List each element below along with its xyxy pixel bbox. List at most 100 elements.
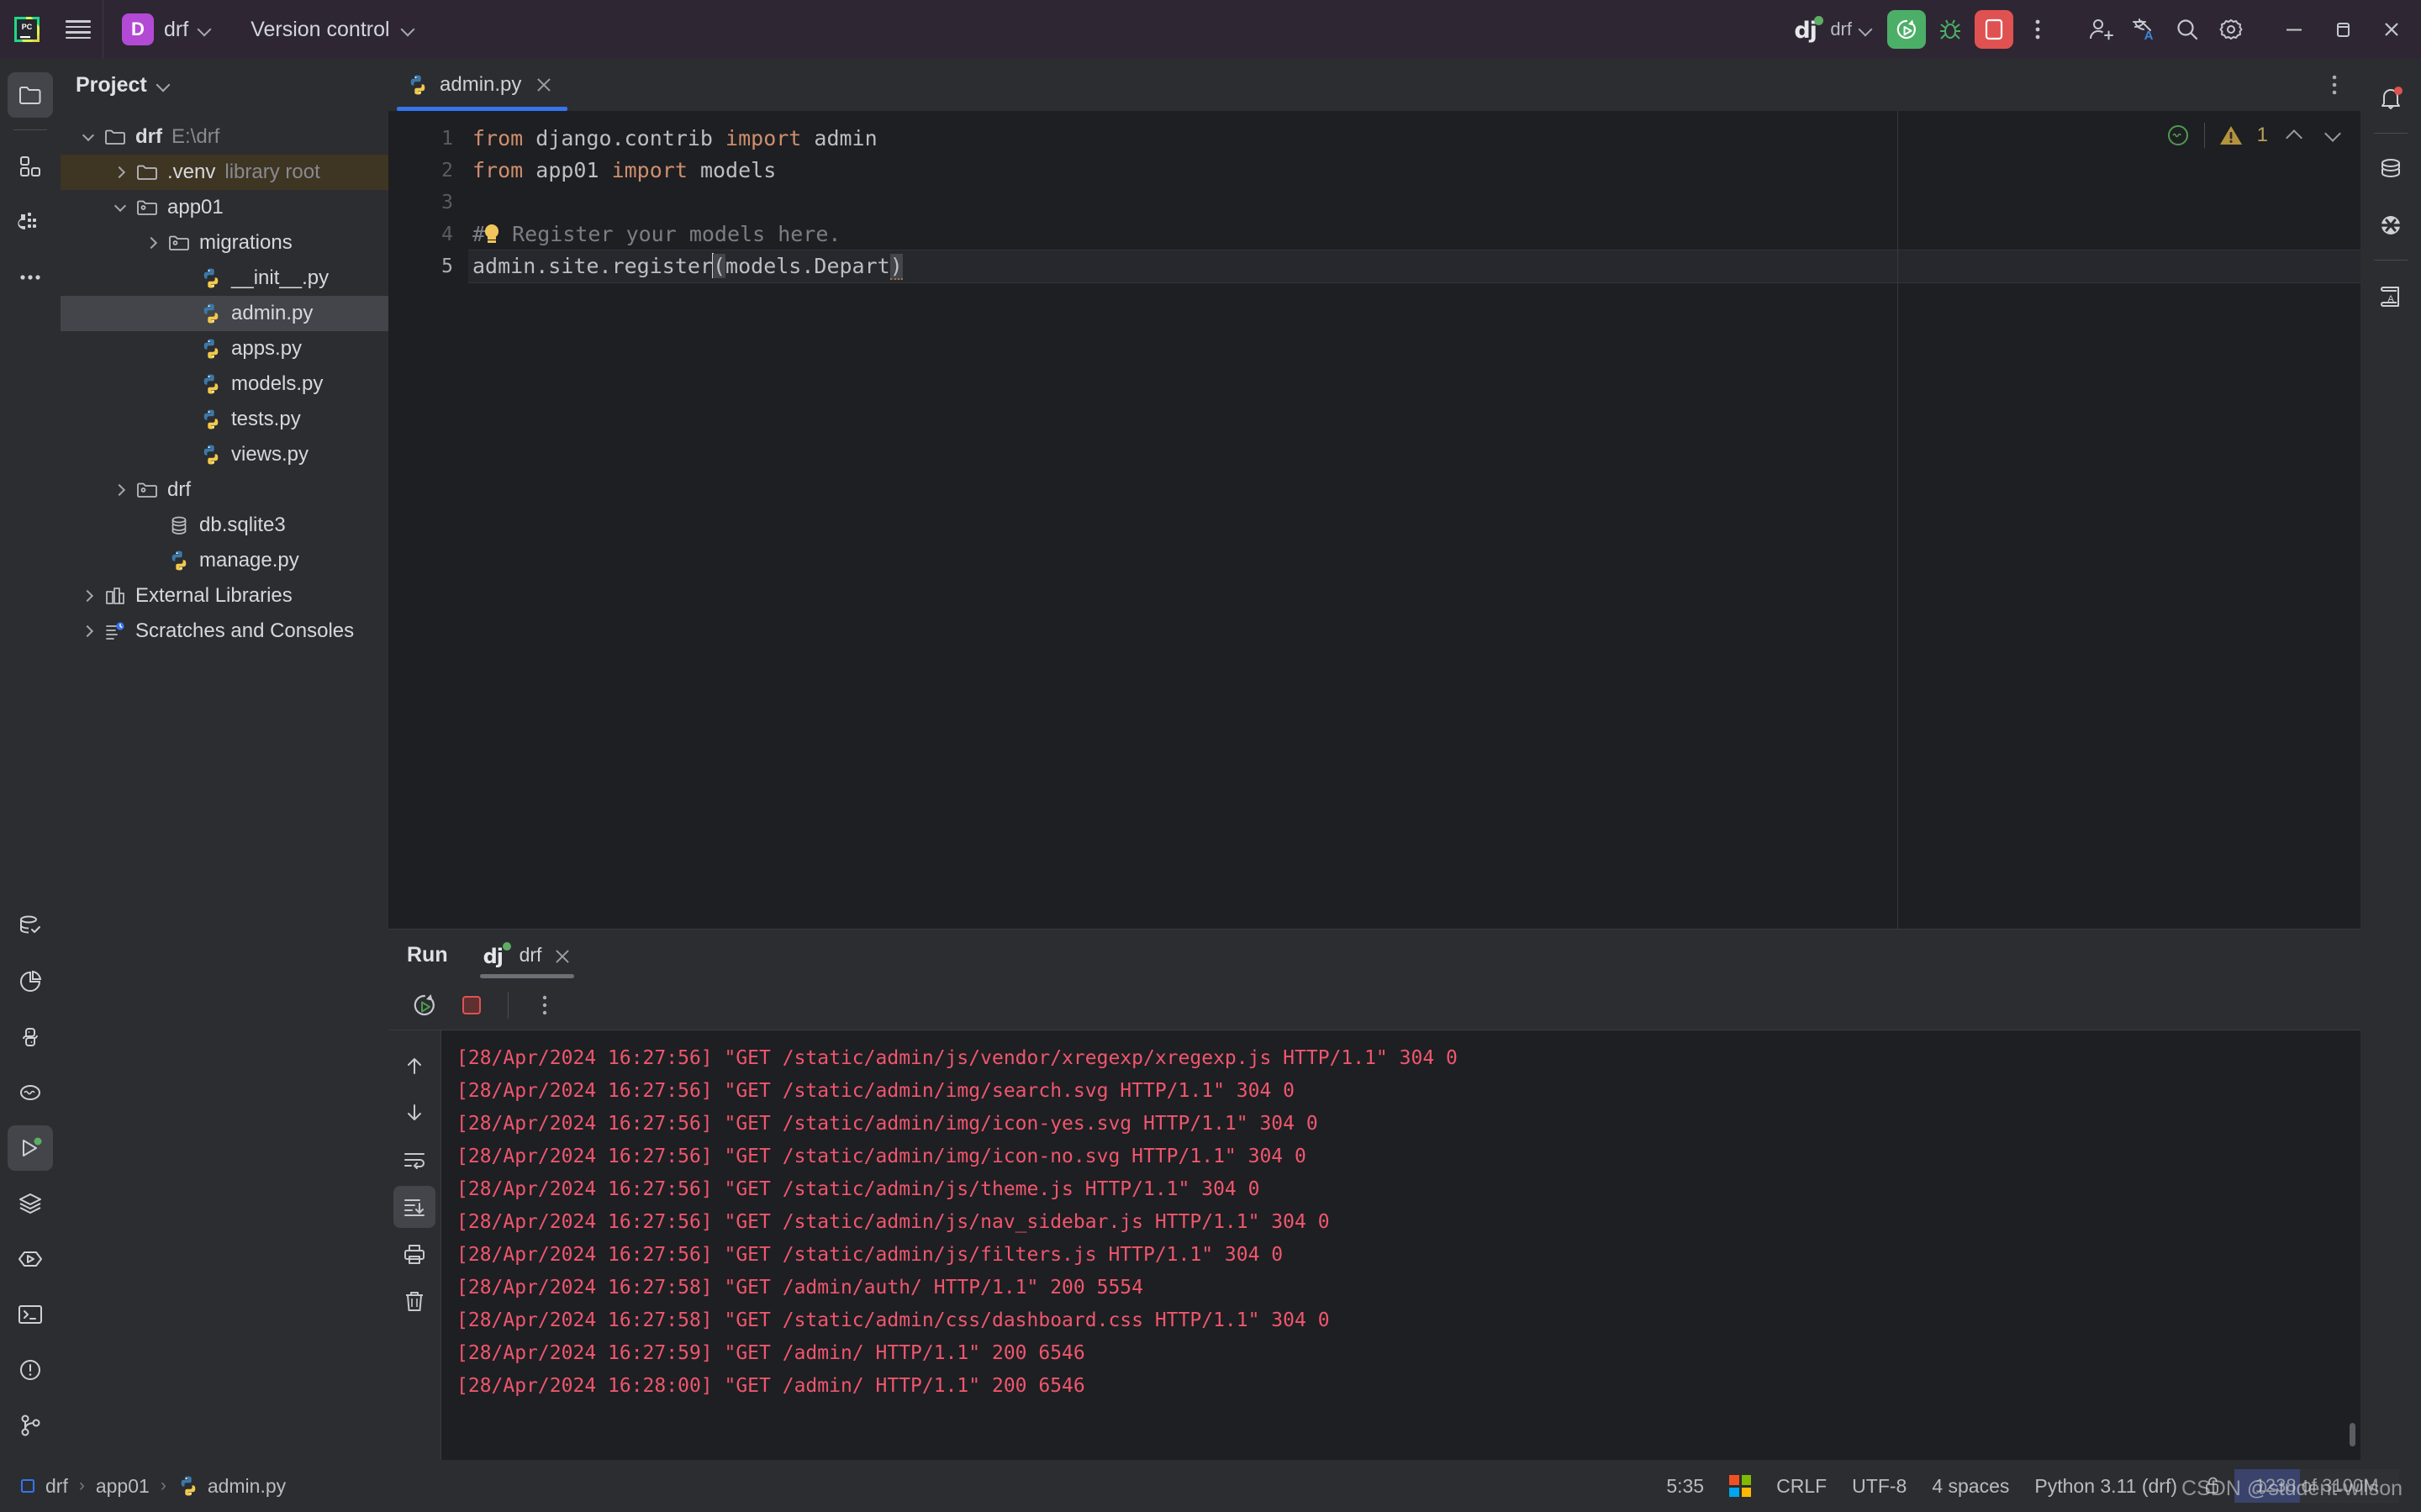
tree-item-external-libraries[interactable]: External Libraries bbox=[61, 578, 388, 614]
console-scrollbar[interactable] bbox=[2350, 1423, 2355, 1446]
lock-icon[interactable] bbox=[2202, 1475, 2224, 1497]
printer-icon[interactable] bbox=[393, 1233, 435, 1275]
run-tab-drf[interactable]: dj drf bbox=[479, 930, 578, 980]
breadcrumb-item-admin-py[interactable]: admin.py bbox=[177, 1475, 286, 1498]
close-icon[interactable] bbox=[2367, 0, 2416, 59]
line-separator[interactable]: CRLF bbox=[1776, 1475, 1827, 1498]
project-panel-header[interactable]: Project bbox=[61, 59, 388, 111]
scroll-to-end-button[interactable] bbox=[393, 1186, 435, 1228]
sidebar-item-more-tools[interactable] bbox=[8, 255, 53, 300]
sidebar-item-python-console[interactable] bbox=[8, 1236, 53, 1282]
chevron-right-icon[interactable] bbox=[76, 619, 101, 644]
tree-item-views-py[interactable]: views.py bbox=[61, 437, 388, 472]
main-menu-button[interactable] bbox=[54, 17, 103, 42]
soft-wrap-button[interactable] bbox=[393, 1139, 435, 1181]
tree-item-scratches-and-consoles[interactable]: Scratches and Consoles bbox=[61, 614, 388, 649]
sidebar-item-services[interactable] bbox=[8, 1181, 53, 1226]
code-line[interactable]: from django.contrib import admin bbox=[468, 123, 2360, 155]
stop-button[interactable] bbox=[1975, 10, 2013, 49]
code-line[interactable]: # Register your models here. bbox=[468, 219, 2360, 250]
indent-setting[interactable]: 4 spaces bbox=[1932, 1475, 2009, 1498]
chevron-right-icon[interactable] bbox=[76, 583, 101, 608]
sidebar-item-database-check[interactable] bbox=[8, 904, 53, 949]
chevron-down-icon[interactable] bbox=[2320, 123, 2345, 148]
run-tab-label: drf bbox=[519, 943, 542, 966]
project-tree[interactable]: drf E:\drf .venv library root app01 migration… bbox=[61, 111, 388, 1460]
sidebar-item-learn[interactable]: A bbox=[2368, 274, 2413, 319]
tree-item-app01[interactable]: app01 bbox=[61, 190, 388, 225]
tab-admin-py[interactable]: admin.py bbox=[388, 59, 571, 111]
tree-item-manage-py[interactable]: manage.py bbox=[61, 543, 388, 578]
debug-button[interactable] bbox=[1928, 8, 1972, 51]
scroll-up-button[interactable] bbox=[393, 1045, 435, 1087]
sidebar-item-version-control[interactable] bbox=[8, 1403, 53, 1448]
sidebar-item-inspections[interactable] bbox=[8, 1070, 53, 1115]
breadcrumb-item-drf[interactable]: drf bbox=[18, 1475, 68, 1498]
sidebar-item-python-packages[interactable] bbox=[8, 1014, 53, 1060]
chevron-right-icon[interactable] bbox=[108, 160, 133, 185]
tree-item-models-py[interactable]: models.py bbox=[61, 366, 388, 402]
project-selector[interactable]: D drf bbox=[103, 10, 224, 49]
code-line[interactable]: admin.site.register(models.Depart) bbox=[468, 250, 2360, 282]
breadcrumb[interactable]: drf › app01 › admin.py bbox=[18, 1475, 286, 1498]
chevron-up-icon[interactable] bbox=[2281, 123, 2307, 148]
sidebar-item-terminal[interactable] bbox=[8, 1292, 53, 1337]
minimize-icon[interactable] bbox=[2270, 0, 2318, 59]
caret-position[interactable]: 5:35 bbox=[1666, 1475, 1704, 1498]
sidebar-item-problems[interactable] bbox=[8, 1347, 53, 1393]
search-icon[interactable] bbox=[2165, 8, 2209, 51]
tree-item--venv[interactable]: .venv library root bbox=[61, 155, 388, 190]
scroll-down-button[interactable] bbox=[393, 1092, 435, 1134]
chevron-down-icon[interactable] bbox=[108, 195, 133, 220]
sidebar-item-profiler[interactable] bbox=[8, 959, 53, 1004]
translate-icon[interactable]: A bbox=[2122, 8, 2165, 51]
add-user-icon[interactable] bbox=[2078, 8, 2122, 51]
breadcrumb-item-app01[interactable]: app01 bbox=[96, 1475, 150, 1498]
editor-more-options-button[interactable] bbox=[2308, 59, 2360, 111]
code-line[interactable]: from app01 import models bbox=[468, 155, 2360, 187]
run-button[interactable] bbox=[1887, 10, 1926, 49]
more-actions-button[interactable] bbox=[524, 984, 566, 1026]
file-encoding[interactable]: UTF-8 bbox=[1852, 1475, 1907, 1498]
tree-item-drf[interactable]: drf E:\drf bbox=[61, 119, 388, 155]
sidebar-item-run[interactable] bbox=[8, 1125, 53, 1171]
tree-item-tests-py[interactable]: tests.py bbox=[61, 402, 388, 437]
code-content[interactable]: from django.contrib import admin from app… bbox=[468, 111, 2360, 929]
gear-icon[interactable] bbox=[2209, 8, 2253, 51]
console-output[interactable]: [28/Apr/2024 16:27:56] "GET /static/admi… bbox=[440, 1030, 2360, 1460]
tree-item-apps-py[interactable]: apps.py bbox=[61, 331, 388, 366]
folder-icon bbox=[101, 126, 129, 148]
code-line[interactable] bbox=[468, 187, 2360, 219]
windows-icon[interactable] bbox=[1729, 1475, 1752, 1497]
tree-item-db-sqlite3[interactable]: db.sqlite3 bbox=[61, 508, 388, 543]
tree-item---init---py[interactable]: __init__.py bbox=[61, 261, 388, 296]
more-actions-button[interactable] bbox=[2016, 8, 2060, 51]
close-icon[interactable] bbox=[532, 73, 556, 97]
sidebar-item-notifications[interactable] bbox=[2368, 76, 2413, 121]
maximize-icon[interactable] bbox=[2318, 0, 2367, 59]
close-icon[interactable] bbox=[551, 945, 571, 965]
code-editor[interactable]: 12345 from django.contrib import admin fr… bbox=[388, 111, 2360, 929]
tree-item-migrations[interactable]: migrations bbox=[61, 225, 388, 261]
intention-bulb-icon[interactable] bbox=[483, 224, 501, 246]
chevron-down-icon[interactable] bbox=[76, 124, 101, 150]
sidebar-item-ai-assistant[interactable] bbox=[2368, 203, 2413, 248]
tree-item-drf[interactable]: drf bbox=[61, 472, 388, 508]
memory-bar[interactable]: 1238 of 3100M bbox=[2234, 1469, 2399, 1503]
version-control-selector[interactable]: Version control bbox=[237, 10, 428, 49]
chevron-down-icon[interactable] bbox=[157, 78, 171, 92]
sidebar-item-database[interactable] bbox=[2368, 147, 2413, 192]
sidebar-item-django[interactable] bbox=[8, 199, 53, 245]
stop-button[interactable] bbox=[451, 984, 493, 1026]
rerun-button[interactable] bbox=[404, 984, 446, 1026]
sidebar-item-project[interactable] bbox=[8, 72, 53, 118]
trash-icon[interactable] bbox=[393, 1280, 435, 1322]
chevron-right-icon[interactable] bbox=[140, 230, 165, 256]
tree-item-admin-py[interactable]: admin.py bbox=[61, 296, 388, 331]
inspection-ok-icon[interactable] bbox=[2165, 123, 2191, 148]
run-configuration-selector[interactable]: dj drf bbox=[1782, 10, 1885, 49]
interpreter-selector[interactable]: Python 3.11 (drf) bbox=[2034, 1475, 2177, 1498]
chevron-right-icon[interactable] bbox=[108, 477, 133, 503]
memory-indicator[interactable]: 1238 of 3100M bbox=[2202, 1469, 2399, 1503]
sidebar-item-structure[interactable] bbox=[8, 144, 53, 189]
